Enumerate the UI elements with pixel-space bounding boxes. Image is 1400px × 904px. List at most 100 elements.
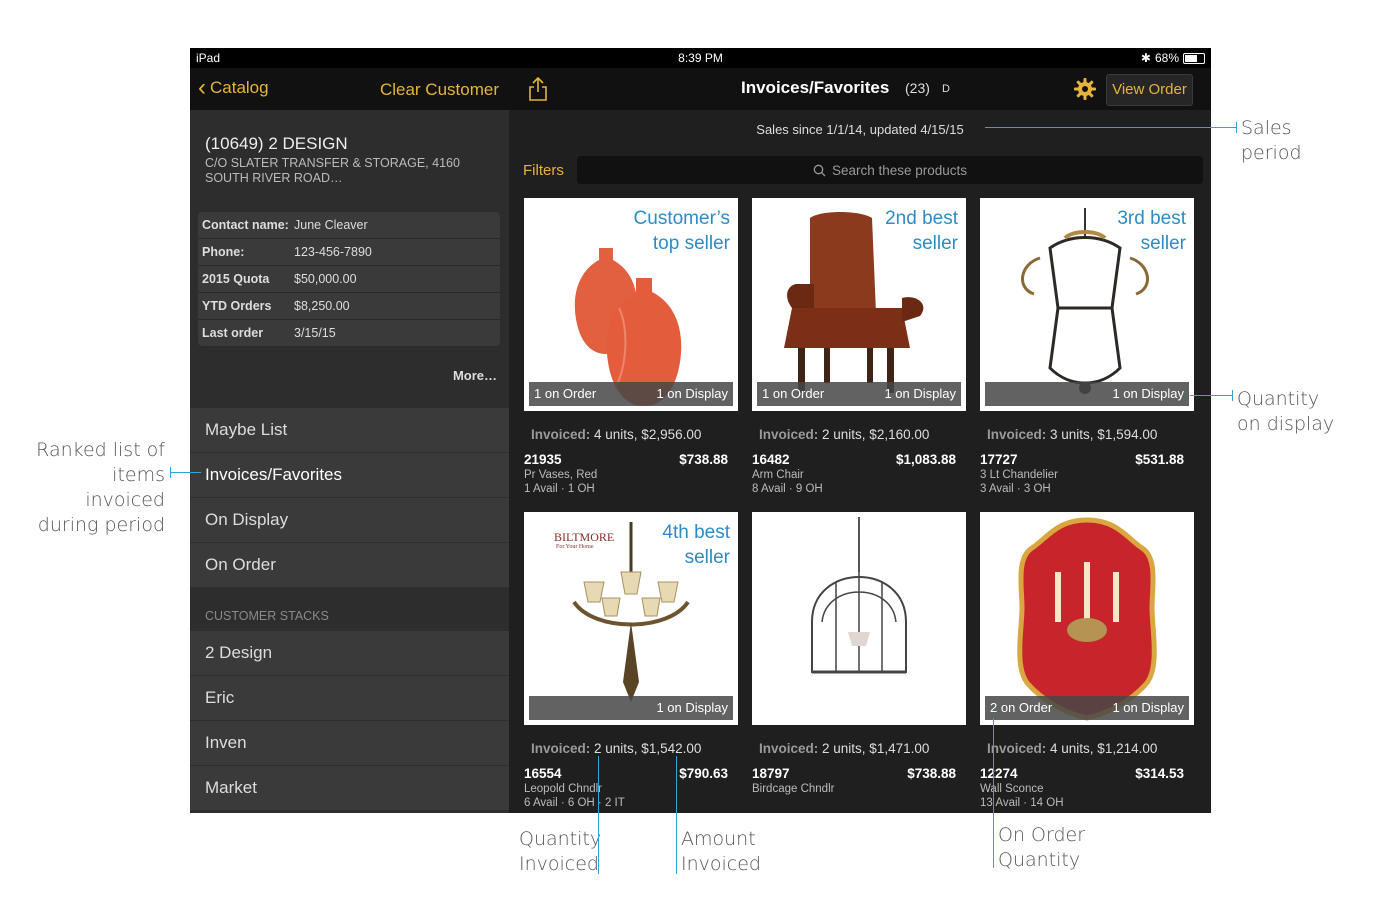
menu-item-maybe-list[interactable]: Maybe List xyxy=(190,408,509,453)
info-key: YTD Orders xyxy=(202,299,272,313)
invoiced-value: 4 units, $2,956.00 xyxy=(594,427,702,442)
on-order-count: 1 on Order xyxy=(762,386,825,401)
invoiced-value: 2 units, $1,542.00 xyxy=(594,741,702,756)
stack-item[interactable]: Eric xyxy=(190,676,509,721)
info-value: $8,250.00 xyxy=(294,299,350,313)
invoiced-label: Invoiced: xyxy=(531,427,591,442)
stock-ribbon: 1 on Display xyxy=(529,696,733,720)
info-row: Contact name: June Cleaver xyxy=(198,212,500,239)
invoiced-value: 2 units, $2,160.00 xyxy=(822,427,930,442)
product-description: Leopold Chndlr xyxy=(524,783,603,795)
on-display-count: 1 on Display xyxy=(1112,386,1184,401)
annotation-line xyxy=(676,756,677,874)
wall-sconce-image xyxy=(1017,517,1157,721)
rank-callout: 3rd best seller xyxy=(1117,208,1186,254)
more-button[interactable]: More… xyxy=(453,368,497,383)
product-card[interactable]: 3rd best seller 1 on Display Invoiced: 3 … xyxy=(980,198,1194,498)
product-sku: 12274 xyxy=(980,766,1018,781)
customer-stacks: 2 Design Eric Inven Market xyxy=(190,631,509,811)
product-sku: 17727 xyxy=(980,452,1018,467)
invoiced-value: 4 units, $1,214.00 xyxy=(1050,741,1158,756)
info-value: $50,000.00 xyxy=(294,272,357,286)
info-row: YTD Orders $8,250.00 xyxy=(198,293,500,320)
product-image: 2nd best seller 1 on Order 1 on Display xyxy=(752,198,966,411)
stack-item[interactable]: Inven xyxy=(190,721,509,766)
product-price: $314.53 xyxy=(1135,766,1184,781)
gear-icon[interactable] xyxy=(1073,77,1097,101)
bluetooth-icon: ✱ xyxy=(1140,51,1151,65)
product-card[interactable]: 2 on Order 1 on Display Invoiced: 4 unit… xyxy=(980,512,1194,812)
back-button[interactable]: ‹ Catalog xyxy=(198,76,269,100)
annotation-sales-period: Sales period xyxy=(1241,117,1302,164)
customer-name: (10649) 2 DESIGN xyxy=(205,134,348,153)
on-order-count: 2 on Order xyxy=(990,700,1053,715)
product-description: Arm Chair xyxy=(752,469,804,481)
ipad-screen: iPad 8:39 PM ✱ 68% ‹ Catalog Clear Custo… xyxy=(190,48,1211,813)
back-label: Catalog xyxy=(210,78,269,97)
product-price: $738.88 xyxy=(679,452,728,467)
search-input[interactable]: Search these products xyxy=(577,156,1203,184)
search-icon xyxy=(813,164,826,176)
product-sku: 16482 xyxy=(752,452,790,467)
customer-info-table: Contact name: June Cleaver Phone: 123-456-… xyxy=(198,212,500,346)
invoiced-summary: Invoiced: 2 units, $1,471.00 xyxy=(759,741,929,756)
annotation-quantity-invoiced: Quantity Invoiced xyxy=(519,828,602,875)
product-sku: 21935 xyxy=(524,452,562,467)
product-availability: 3 Avail · 3 OH xyxy=(980,483,1051,495)
customer-panel: ‹ Catalog Clear Customer (10649) 2 DESIG… xyxy=(190,68,509,813)
annotation-tick xyxy=(170,467,171,478)
stack-item[interactable]: 2 Design xyxy=(190,631,509,676)
product-availability: 8 Avail · 9 OH xyxy=(752,483,823,495)
clock: 8:39 PM xyxy=(678,51,723,65)
stock-ribbon: 1 on Order 1 on Display xyxy=(757,382,961,406)
products-panel: Invoices/Favorites (23) D View Order Sal… xyxy=(509,68,1211,813)
annotation-ranked-list: Ranked list of items invoiced during perio… xyxy=(36,439,165,536)
menu-item-invoices-favorites[interactable]: Invoices/Favorites xyxy=(190,453,509,498)
product-price: $790.63 xyxy=(679,766,728,781)
rank-callout: Customer’s top seller xyxy=(633,208,730,254)
product-sku: 18797 xyxy=(752,766,790,781)
sort-indicator[interactable]: D xyxy=(942,83,950,95)
product-description: Birdcage Chndlr xyxy=(752,783,835,795)
invoiced-summary: Invoiced: 2 units, $1,542.00 xyxy=(531,741,701,756)
invoiced-label: Invoiced: xyxy=(759,741,819,756)
section-label: CUSTOMER STACKS xyxy=(205,609,329,623)
info-row: 2015 Quota $50,000.00 xyxy=(198,266,500,293)
share-icon[interactable] xyxy=(527,76,549,102)
product-card[interactable]: 2nd best seller 1 on Order 1 on Display I… xyxy=(752,198,966,498)
stack-item[interactable]: Market xyxy=(190,766,509,811)
product-price: $738.88 xyxy=(907,766,956,781)
product-card[interactable]: Customer’s top seller 1 on Order 1 on Dis… xyxy=(524,198,738,498)
invoiced-value: 3 units, $1,594.00 xyxy=(1050,427,1158,442)
annotation-line xyxy=(993,718,994,868)
right-nav-bar: Invoices/Favorites (23) D View Order xyxy=(509,68,1211,110)
battery-status: ✱ 68% xyxy=(1141,51,1205,65)
annotation-tick xyxy=(1236,122,1237,133)
filters-button[interactable]: Filters xyxy=(523,162,564,179)
clear-customer-button[interactable]: Clear Customer xyxy=(380,80,499,100)
menu-item-on-order[interactable]: On Order xyxy=(190,543,509,588)
product-description: 3 Lt Chandelier xyxy=(980,469,1058,481)
invoiced-label: Invoiced: xyxy=(987,427,1047,442)
invoiced-summary: Invoiced: 4 units, $1,214.00 xyxy=(987,741,1157,756)
battery-percent: 68% xyxy=(1154,51,1179,65)
product-description: Wall Sconce xyxy=(980,783,1044,795)
product-card[interactable]: Invoiced: 2 units, $1,471.00 18797 $738.… xyxy=(752,512,966,812)
info-value: 123-456-7890 xyxy=(294,245,372,259)
product-sku: 16554 xyxy=(524,766,562,781)
product-availability: 6 Avail · 6 OH · 2 IT xyxy=(524,797,625,809)
menu-item-on-display[interactable]: On Display xyxy=(190,498,509,543)
view-order-button[interactable]: View Order xyxy=(1106,74,1193,106)
product-card[interactable]: BILTMORE For Your Home 4th best seller 1 … xyxy=(524,512,738,812)
on-display-count: 1 on Display xyxy=(656,700,728,715)
product-image xyxy=(752,512,966,725)
rank-callout: 4th best seller xyxy=(662,522,730,568)
product-image: 2 on Order 1 on Display xyxy=(980,512,1194,725)
view-menu: Maybe List Invoices/Favorites On Display… xyxy=(190,408,509,588)
on-display-count: 1 on Display xyxy=(884,386,956,401)
invoiced-label: Invoiced: xyxy=(987,741,1047,756)
invoiced-label: Invoiced: xyxy=(759,427,819,442)
on-display-count: 1 on Display xyxy=(656,386,728,401)
stock-ribbon: 1 on Display xyxy=(985,382,1189,406)
annotation-line xyxy=(985,127,1237,128)
